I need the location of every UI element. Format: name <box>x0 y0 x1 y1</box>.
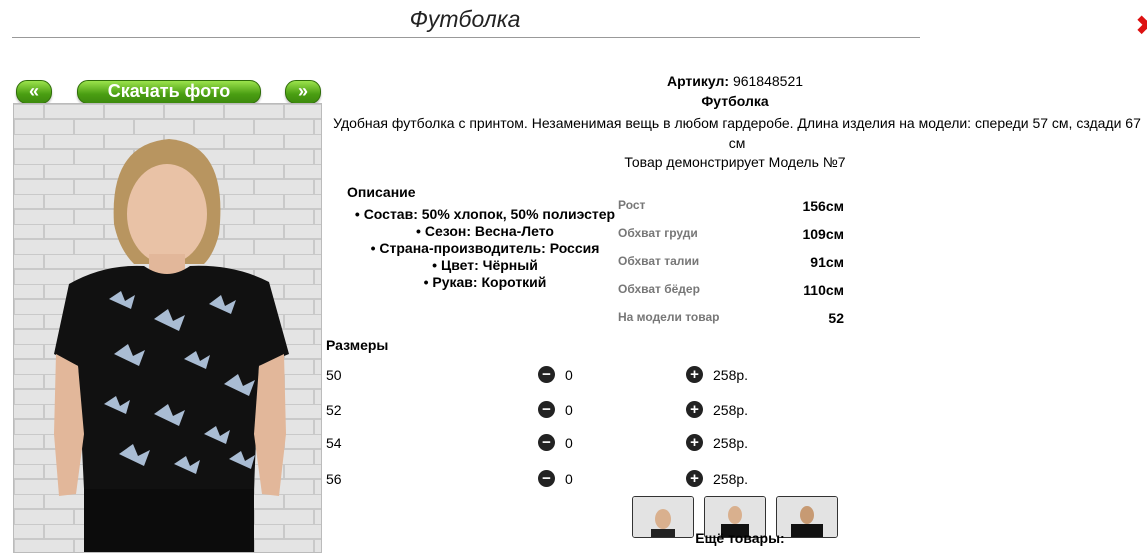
measure-value: 156см <box>802 198 844 214</box>
size-label: 54 <box>326 435 342 451</box>
description-item: Состав: 50% хлопок, 50% полиэстер <box>340 206 630 223</box>
measure-label: Обхват груди <box>618 226 698 240</box>
next-photo-button[interactable]: » <box>285 80 321 104</box>
prev-photo-button[interactable]: « <box>16 80 52 104</box>
size-row: 54 − 0 + 258р. <box>326 433 786 455</box>
size-quantity: 0 <box>565 402 573 418</box>
size-quantity: 0 <box>565 435 573 451</box>
measure-value: 110см <box>803 282 844 298</box>
page-title: Футболка <box>409 6 521 32</box>
model-note: Товар демонстрирует Модель №7 <box>624 154 846 170</box>
measure-row: Обхват груди 109см <box>618 226 846 246</box>
measure-row: Обхват талии 91см <box>618 254 846 274</box>
article-value: 961848521 <box>732 73 804 89</box>
size-label: 56 <box>326 471 342 487</box>
size-label: 50 <box>326 367 342 383</box>
minus-circle-icon[interactable]: − <box>538 366 555 383</box>
measure-label: Рост <box>618 198 646 212</box>
measure-value: 91см <box>810 254 844 270</box>
measure-label: На модели товар <box>618 310 720 324</box>
product-description: Удобная футболка с принтом. Незаменимая … <box>333 115 1141 151</box>
size-price: 258р. <box>713 402 749 418</box>
product-name: Футболка <box>701 93 769 109</box>
measure-row: Обхват бёдер 110см <box>618 282 846 302</box>
sizes-heading: Размеры <box>326 337 389 353</box>
size-row: 50 − 0 + 258р. <box>326 365 786 387</box>
description-item: Цвет: Чёрный <box>340 257 630 274</box>
description-list: Состав: 50% хлопок, 50% полиэстер Сезон:… <box>340 206 630 291</box>
measure-row: На модели товар 52 <box>618 310 846 330</box>
plus-circle-icon[interactable]: + <box>686 470 703 487</box>
more-products-heading: Ещё товары: <box>695 530 785 546</box>
measure-label: Обхват талии <box>618 254 700 268</box>
product-photo[interactable] <box>13 103 322 553</box>
plus-circle-icon[interactable]: + <box>686 366 703 383</box>
description-heading: Описание <box>347 184 416 200</box>
download-photo-button[interactable]: Скачать фото <box>77 80 261 104</box>
size-price: 258р. <box>713 471 749 487</box>
size-quantity: 0 <box>565 471 573 487</box>
size-price: 258р. <box>713 367 749 383</box>
plus-circle-icon[interactable]: + <box>686 401 703 418</box>
close-icon[interactable]: ✖ <box>1135 12 1147 40</box>
size-quantity: 0 <box>565 367 573 383</box>
size-price: 258р. <box>713 435 749 451</box>
size-label: 52 <box>326 402 342 418</box>
article-line: Артикул: 961848521 <box>560 73 910 89</box>
description-item: Сезон: Весна-Лето <box>340 223 630 240</box>
article-label: Артикул: <box>666 73 730 89</box>
product-photo-image <box>14 104 321 552</box>
minus-circle-icon[interactable]: − <box>538 401 555 418</box>
measure-value: 109см <box>802 226 844 242</box>
measure-value: 52 <box>828 310 844 326</box>
plus-circle-icon[interactable]: + <box>686 434 703 451</box>
minus-circle-icon[interactable]: − <box>538 470 555 487</box>
measure-label: Обхват бёдер <box>618 282 700 296</box>
title-divider <box>12 37 920 38</box>
description-item: Страна-производитель: Россия <box>340 240 630 257</box>
size-row: 56 − 0 + 258р. <box>326 469 786 491</box>
description-item: Рукав: Короткий <box>340 274 630 291</box>
measure-row: Рост 156см <box>618 198 846 218</box>
minus-circle-icon[interactable]: − <box>538 434 555 451</box>
size-row: 52 − 0 + 258р. <box>326 400 786 422</box>
